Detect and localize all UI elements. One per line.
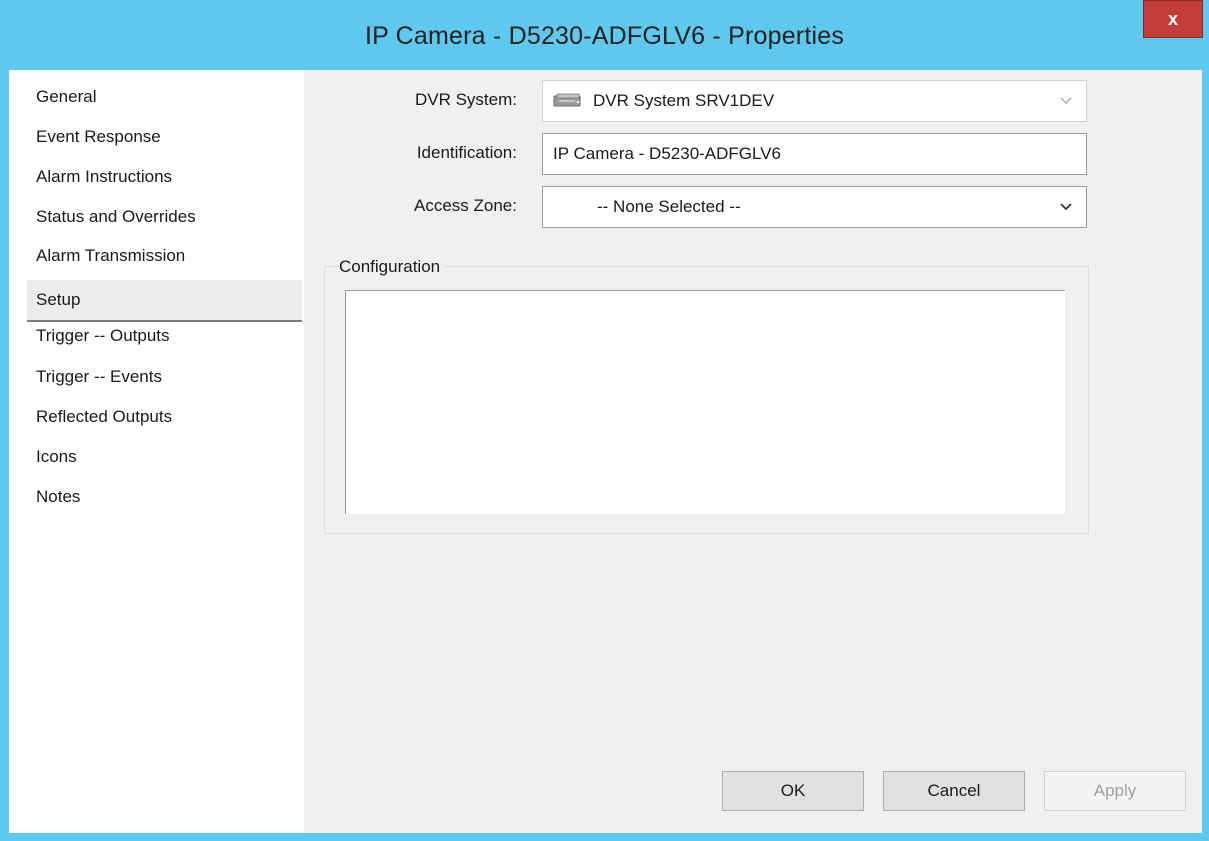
nav-item-general[interactable]: General xyxy=(36,82,96,112)
dvr-system-value: DVR System SRV1DEV xyxy=(593,91,775,110)
nav-item-status-and-overrides[interactable]: Status and Overrides xyxy=(36,202,196,232)
nav-item-alarm-transmission[interactable]: Alarm Transmission xyxy=(36,241,185,271)
chevron-down-icon xyxy=(1056,91,1076,111)
nav-item-alarm-instructions[interactable]: Alarm Instructions xyxy=(36,162,172,192)
chevron-down-icon xyxy=(1056,197,1076,217)
dialog-client-area: General Event Response Alarm Instruction… xyxy=(9,70,1202,833)
identification-input[interactable]: IP Camera - D5230-ADFGLV6 xyxy=(542,133,1087,175)
access-zone-label: Access Zone: xyxy=(414,196,517,215)
configuration-panel[interactable] xyxy=(345,290,1065,514)
nav-item-trigger-outputs[interactable]: Trigger -- Outputs xyxy=(36,321,170,351)
nav-item-reflected-outputs[interactable]: Reflected Outputs xyxy=(36,402,172,432)
sidebar-nav: General Event Response Alarm Instruction… xyxy=(9,70,304,833)
identification-value: IP Camera - D5230-ADFGLV6 xyxy=(553,144,782,163)
dvr-system-label: DVR System: xyxy=(414,90,517,109)
dvr-system-icon xyxy=(553,93,583,109)
access-zone-select[interactable]: -- None Selected -- xyxy=(542,186,1087,228)
nav-item-setup[interactable]: Setup xyxy=(27,280,302,322)
close-icon: x xyxy=(1167,8,1178,29)
nav-item-icons[interactable]: Icons xyxy=(36,442,77,472)
nav-item-event-response[interactable]: Event Response xyxy=(36,122,161,152)
title-bar[interactable]: IP Camera - D5230-ADFGLV6 - Properties xyxy=(0,0,1209,70)
identification-label: Identification: xyxy=(416,143,517,162)
apply-button[interactable]: Apply xyxy=(1044,771,1186,811)
cancel-button[interactable]: Cancel xyxy=(883,771,1025,811)
properties-dialog: IP Camera - D5230-ADFGLV6 - Properties x… xyxy=(0,0,1209,841)
nav-item-notes[interactable]: Notes xyxy=(36,482,80,512)
close-button[interactable]: x xyxy=(1143,0,1203,38)
nav-item-trigger-events[interactable]: Trigger -- Events xyxy=(36,362,162,392)
access-zone-value: -- None Selected -- xyxy=(597,197,741,216)
configuration-label: Configuration xyxy=(339,257,445,277)
ok-button[interactable]: OK xyxy=(722,771,864,811)
window-title: IP Camera - D5230-ADFGLV6 - Properties xyxy=(364,22,845,50)
dvr-system-select[interactable]: DVR System SRV1DEV xyxy=(542,80,1087,122)
